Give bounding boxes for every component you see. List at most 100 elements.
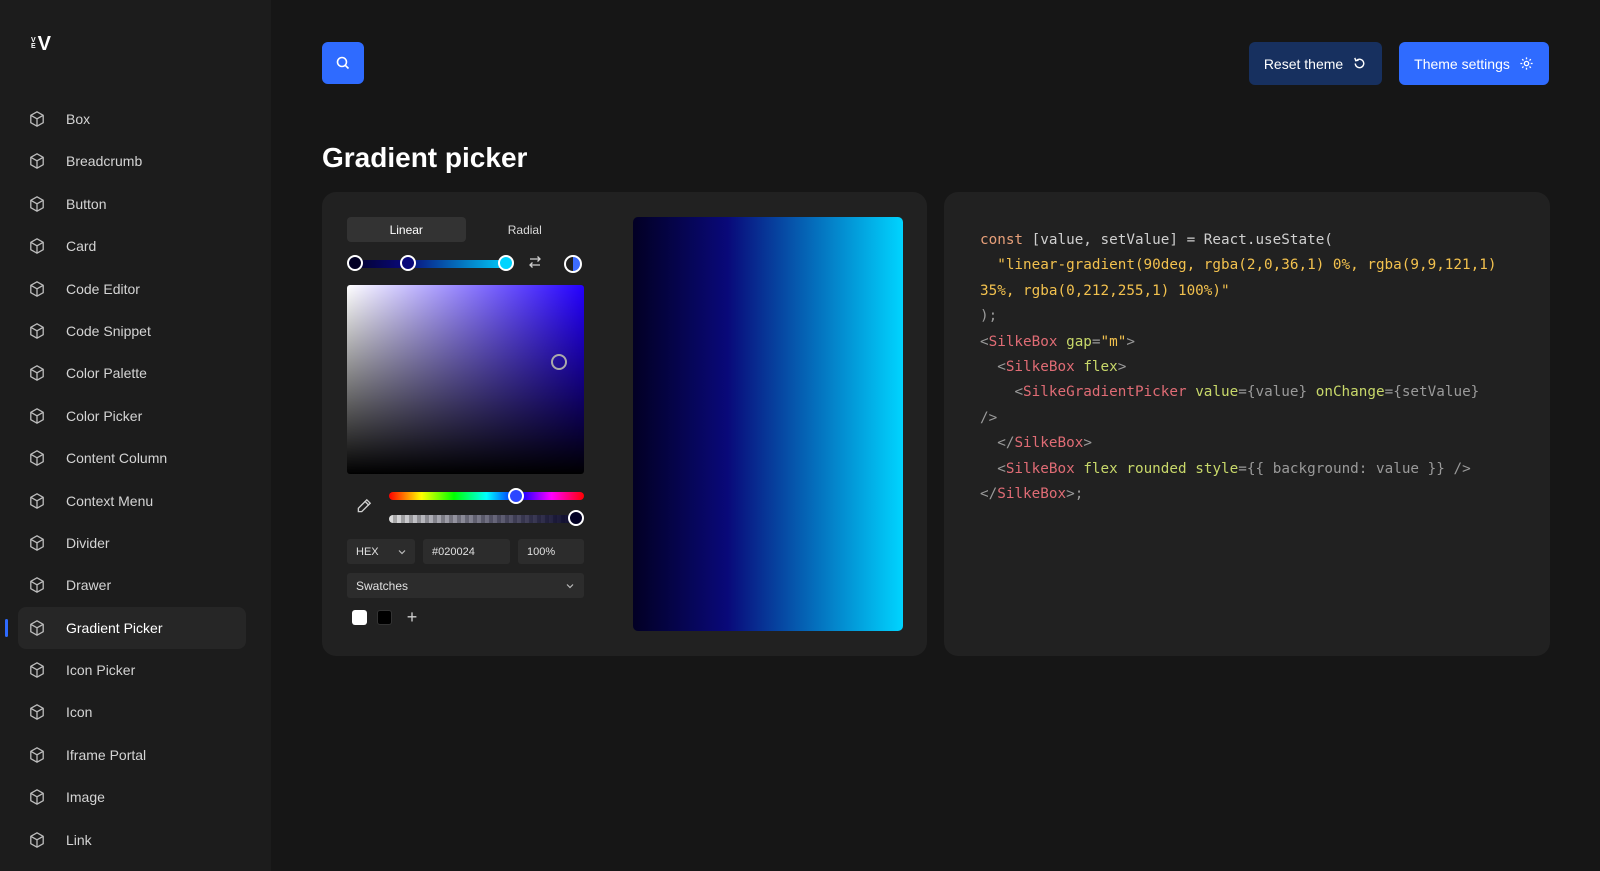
sidebar-item-label: Content Column xyxy=(66,450,168,467)
sidebar-item-divider[interactable]: Divider xyxy=(18,522,246,564)
sidebar-item-content-column[interactable]: Content Column xyxy=(18,437,246,479)
swatch-white[interactable] xyxy=(352,610,367,625)
sidebar-item-label: Context Menu xyxy=(66,492,154,509)
alpha-input[interactable] xyxy=(527,545,584,558)
sidebar-item-label: Code Editor xyxy=(66,280,140,297)
add-swatch-button[interactable]: + xyxy=(404,608,420,626)
saturation-area[interactable] xyxy=(347,285,584,474)
code-attr: rounded xyxy=(1126,460,1187,477)
sidebar-item-label: Link xyxy=(66,831,92,848)
sidebar-item-breadcrumb[interactable]: Breadcrumb xyxy=(18,140,246,182)
sidebar-item-image[interactable]: Image xyxy=(18,776,246,818)
search-button[interactable] xyxy=(322,42,364,84)
reset-icon xyxy=(1354,57,1365,69)
gradient-stop-2[interactable] xyxy=(400,255,416,271)
sidebar-nav: Box Breadcrumb Button Card Code Editor Code S… xyxy=(5,98,246,861)
sidebar-item-code-editor[interactable]: Code Editor xyxy=(18,268,246,310)
sidebar-item-iframe-portal[interactable]: Iframe Portal xyxy=(18,734,246,776)
sidebar-item-gradient-picker[interactable]: Gradient Picker xyxy=(5,606,246,649)
tab-linear[interactable]: Linear xyxy=(347,217,466,242)
sidebar-item-icon-picker[interactable]: Icon Picker xyxy=(18,649,246,691)
hex-field[interactable] xyxy=(423,539,510,564)
sidebar-item-label: Color Picker xyxy=(66,407,143,424)
sidebar-item-label: Drawer xyxy=(66,577,112,594)
saturation-thumb[interactable] xyxy=(551,354,567,370)
swap-icon[interactable] xyxy=(527,254,543,270)
cube-icon xyxy=(28,322,46,340)
chevron-down-icon xyxy=(398,550,406,555)
cube-icon xyxy=(28,280,46,298)
sidebar-item-button[interactable]: Button xyxy=(18,183,246,225)
gear-icon xyxy=(1520,57,1533,70)
cube-icon xyxy=(28,831,46,849)
sidebar-item-drawer[interactable]: Drawer xyxy=(18,564,246,606)
code-attr-value: {value} xyxy=(1246,384,1308,401)
swatch-black[interactable] xyxy=(377,610,392,625)
logo-small-bottom: E xyxy=(31,43,36,50)
cube-icon xyxy=(28,703,46,721)
theme-settings-button[interactable]: Theme settings xyxy=(1399,42,1549,85)
sidebar-item-icon[interactable]: Icon xyxy=(18,691,246,733)
code-line-3: ); xyxy=(980,308,998,325)
sidebar-item-label: Button xyxy=(66,195,107,212)
cube-icon xyxy=(28,534,46,552)
sidebar-item-link[interactable]: Link xyxy=(18,819,246,861)
sidebar-item-label: Color Palette xyxy=(66,365,147,382)
alpha-thumb[interactable] xyxy=(568,510,584,526)
code-panel: const [value, setValue] = React.useState… xyxy=(944,192,1550,656)
logo-big: V xyxy=(37,33,52,55)
page-title: Gradient picker xyxy=(322,142,528,173)
reset-theme-button[interactable]: Reset theme xyxy=(1249,42,1382,85)
sidebar-item-color-palette[interactable]: Color Palette xyxy=(18,352,246,394)
sidebar-item-card[interactable]: Card xyxy=(18,225,246,267)
color-format-select[interactable]: HEX xyxy=(347,539,415,564)
eyedropper-icon[interactable] xyxy=(355,497,373,515)
alpha-field[interactable] xyxy=(518,539,584,564)
code-line-1: [value, setValue] = React.useState( xyxy=(1023,232,1333,248)
gradient-stop-3[interactable] xyxy=(498,255,514,271)
cube-icon xyxy=(28,661,46,679)
cube-icon xyxy=(28,407,46,425)
cube-icon xyxy=(28,195,46,213)
gradient-type-tabs: Linear Radial xyxy=(347,217,584,242)
code-tag: SilkeBox xyxy=(1005,359,1075,376)
code-tag: SilkeBox xyxy=(1005,460,1075,477)
hue-thumb[interactable] xyxy=(508,488,524,504)
code-keyword: const xyxy=(980,232,1024,248)
code-attr: gap xyxy=(1066,333,1092,350)
gradient-stop-1[interactable] xyxy=(347,255,363,271)
gradient-stops-track[interactable] xyxy=(347,260,512,268)
gradient-mode-toggle[interactable] xyxy=(564,255,582,273)
code-attr: flex xyxy=(1083,460,1118,477)
sidebar-item-label: Icon Picker xyxy=(66,662,136,679)
cube-icon xyxy=(28,746,46,764)
code-attr-value: {setValue} xyxy=(1393,384,1480,401)
sidebar-item-label: Divider xyxy=(66,534,110,551)
sidebar-item-label: Image xyxy=(66,789,105,806)
active-indicator xyxy=(5,618,8,637)
swatches-select[interactable]: Swatches xyxy=(347,573,584,598)
cube-icon xyxy=(28,492,46,510)
cube-icon xyxy=(28,449,46,467)
sidebar-item-code-snippet[interactable]: Code Snippet xyxy=(18,310,246,352)
hue-slider[interactable] xyxy=(389,492,584,500)
sidebar-item-box[interactable]: Box xyxy=(18,98,246,140)
code-attr: value xyxy=(1195,384,1239,401)
logo[interactable]: V E V xyxy=(31,34,51,54)
code-attr: flex xyxy=(1083,359,1118,376)
code-string: "linear-gradient(90deg, rgba(2,0,36,1) 0… xyxy=(980,257,1506,299)
sidebar-item-color-picker[interactable]: Color Picker xyxy=(18,395,246,437)
cube-icon xyxy=(28,237,46,255)
code-attr-value: "m" xyxy=(1100,333,1127,350)
cube-icon xyxy=(28,152,46,170)
reset-theme-label: Reset theme xyxy=(1263,55,1344,72)
code-attr-value: {{ background: value }} xyxy=(1246,460,1445,477)
sidebar-item-context-menu[interactable]: Context Menu xyxy=(18,480,246,522)
tab-radial[interactable]: Radial xyxy=(466,217,585,242)
code-tag: SilkeBox xyxy=(1014,435,1084,452)
sidebar-item-label: Breadcrumb xyxy=(66,153,143,170)
hex-input[interactable] xyxy=(432,545,510,558)
code-snippet[interactable]: const [value, setValue] = React.useState… xyxy=(980,228,1530,507)
alpha-slider[interactable] xyxy=(389,515,584,523)
code-tag: SilkeBox xyxy=(997,486,1067,503)
